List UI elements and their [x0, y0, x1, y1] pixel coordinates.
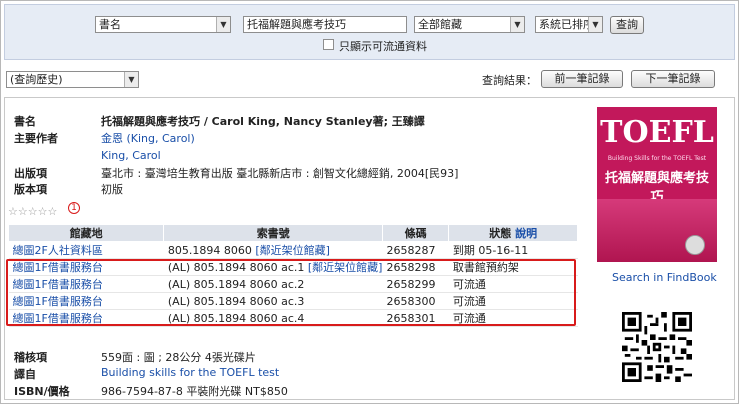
author-label: 主要作者: [14, 132, 58, 145]
cover-logo: TOEFL: [600, 115, 714, 150]
qr-code-icon: [622, 312, 692, 382]
holding-status: 到期 05-16-11: [448, 241, 578, 259]
title-value: 托福解題與應考技巧 / Carol King, Nancy Stanley著; …: [101, 115, 425, 128]
translation-label: 譯自: [14, 368, 36, 381]
author-alt-link[interactable]: King, Carol: [101, 149, 161, 162]
translation-link[interactable]: Building skills for the TOEFL test: [101, 366, 279, 379]
header-barcode: 條碼: [381, 224, 450, 242]
prev-record-button[interactable]: 前一筆記錄: [541, 70, 623, 88]
holdings-header-row: 館藏地 索書號 條碼 狀態 說明: [7, 224, 578, 242]
sort-value: 系統已排序: [539, 18, 594, 31]
header-location: 館藏地: [7, 224, 165, 242]
table-row: 總圖2F人社資料區 805.1894 8060 [鄰近架位館藏] 2658287…: [8, 241, 578, 259]
collection-value: 全部館藏: [418, 18, 462, 31]
chevron-down-icon: ▼: [588, 17, 602, 32]
edition-value: 初版: [101, 183, 123, 196]
header-status: 狀態 說明: [448, 224, 578, 242]
rating-stars[interactable]: ☆☆☆☆☆: [8, 205, 57, 218]
highlight-box: [6, 259, 576, 326]
chevron-down-icon: ▼: [124, 72, 138, 87]
search-field-select[interactable]: 書名 ▼: [95, 16, 231, 33]
nearby-shelf-link[interactable]: [鄰近架位館藏]: [255, 244, 330, 257]
search-input[interactable]: 托福解題與應考技巧: [243, 16, 407, 33]
result-label: 查詢結果：: [482, 74, 537, 87]
author-link[interactable]: 金恩 (King, Carol): [101, 130, 195, 146]
collection-select[interactable]: 全部館藏 ▼: [414, 16, 525, 33]
publisher-label: 出版項: [14, 167, 47, 180]
status-help-link[interactable]: 說明: [515, 227, 537, 240]
header-status-label: 狀態: [489, 227, 512, 240]
header-callno: 索書號: [163, 224, 383, 242]
publisher-value: 臺北市 : 臺灣培生教育出版 臺北縣新店市 : 創智文化總經銷, 2004[民9…: [101, 167, 459, 180]
available-only-label: 只顯示可流通資料: [339, 40, 427, 53]
isbn-label: ISBN/價格: [14, 385, 70, 398]
edition-label: 版本項: [14, 183, 47, 196]
cover-subtitle: Building Skills for the TOEFL Test: [607, 155, 707, 162]
search-field-value: 書名: [99, 18, 121, 31]
callno-text: 805.1894 8060: [167, 244, 252, 257]
holding-callno: 805.1894 8060 [鄰近架位館藏]: [163, 241, 383, 259]
chevron-down-icon: ▼: [216, 17, 230, 32]
collation-value: 559面 : 圖 ; 28公分 4張光碟片: [101, 351, 256, 364]
search-history-select[interactable]: (查詢歷史) ▼: [6, 71, 139, 88]
holding-location-link[interactable]: 總圖2F人社資料區: [8, 241, 164, 259]
isbn-value: 986-7594-87-8 平裝附光碟 NT$850: [101, 385, 288, 398]
search-button[interactable]: 查詢: [610, 16, 644, 34]
cd-icon: [685, 235, 705, 255]
holding-barcode: 2658287: [382, 241, 449, 259]
search-history-value: (查詢歷史): [10, 73, 63, 86]
available-only-checkbox[interactable]: [323, 39, 334, 50]
next-record-button[interactable]: 下一筆記錄: [631, 70, 715, 88]
sort-select[interactable]: 系統已排序 ▼: [535, 16, 603, 33]
chevron-down-icon: ▼: [510, 17, 524, 32]
findbook-link[interactable]: Search in FindBook: [612, 271, 717, 284]
review-count-badge[interactable]: 1: [68, 202, 80, 214]
title-label: 書名: [14, 115, 36, 128]
book-cover-image[interactable]: TOEFL Building Skills for the TOEFL Test…: [597, 107, 717, 262]
collation-label: 稽核項: [14, 351, 47, 364]
